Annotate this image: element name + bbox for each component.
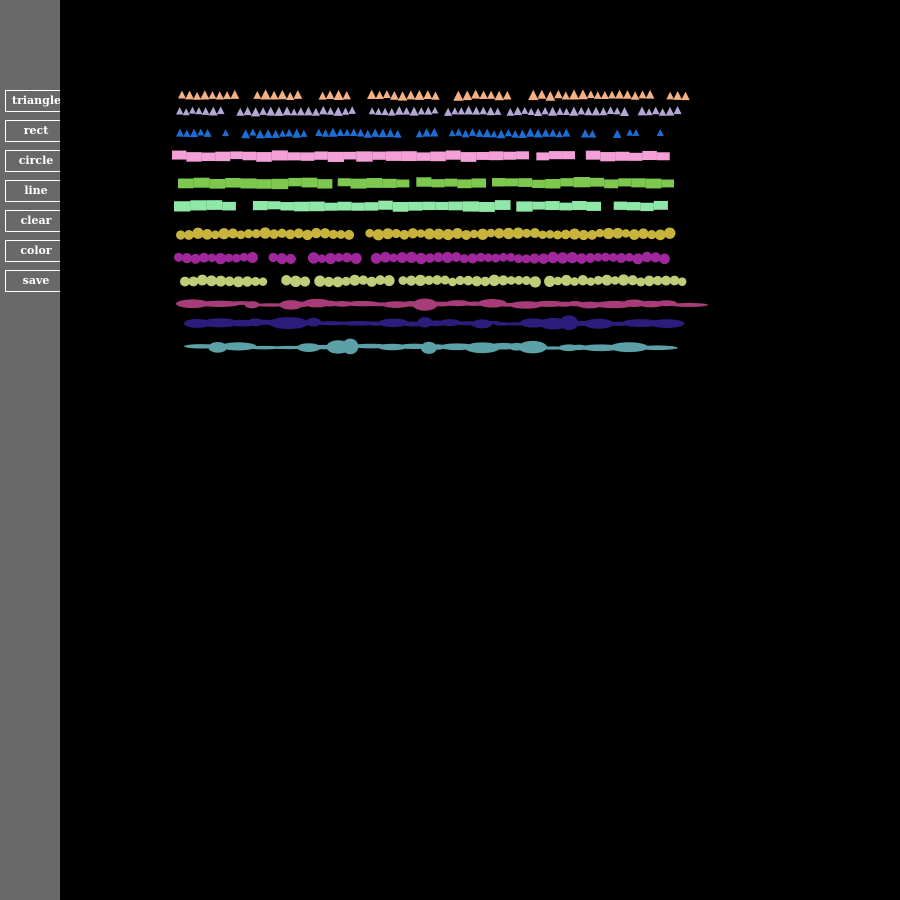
paint-stroke-triangle bbox=[176, 127, 664, 139]
paint-stroke-triangle bbox=[178, 89, 690, 101]
paint-stroke-line bbox=[176, 298, 709, 311]
color-button[interactable]: color bbox=[5, 240, 67, 262]
drawing-surface[interactable] bbox=[60, 0, 900, 900]
drawing-canvas[interactable] bbox=[60, 0, 900, 900]
paint-stroke-rect bbox=[172, 150, 670, 162]
line-tool-button[interactable]: line bbox=[5, 180, 67, 202]
paint-stroke-triangle bbox=[176, 105, 682, 117]
paint-stroke-circle bbox=[174, 251, 670, 265]
paint-stroke-circle bbox=[180, 274, 687, 288]
rect-tool-button[interactable]: rect bbox=[5, 120, 67, 142]
circle-tool-button[interactable]: circle bbox=[5, 150, 67, 172]
clear-button[interactable]: clear bbox=[5, 210, 67, 232]
save-button[interactable]: save bbox=[5, 270, 67, 292]
triangle-tool-button[interactable]: triangle bbox=[5, 90, 67, 112]
paint-stroke-line bbox=[184, 338, 678, 355]
paint-stroke-rect bbox=[174, 200, 668, 212]
paint-stroke-circle bbox=[176, 227, 676, 241]
paint-stroke-rect bbox=[178, 177, 674, 190]
paint-stroke-line bbox=[184, 315, 685, 331]
tool-sidebar: triangle rect circle line clear color sa… bbox=[0, 0, 67, 900]
